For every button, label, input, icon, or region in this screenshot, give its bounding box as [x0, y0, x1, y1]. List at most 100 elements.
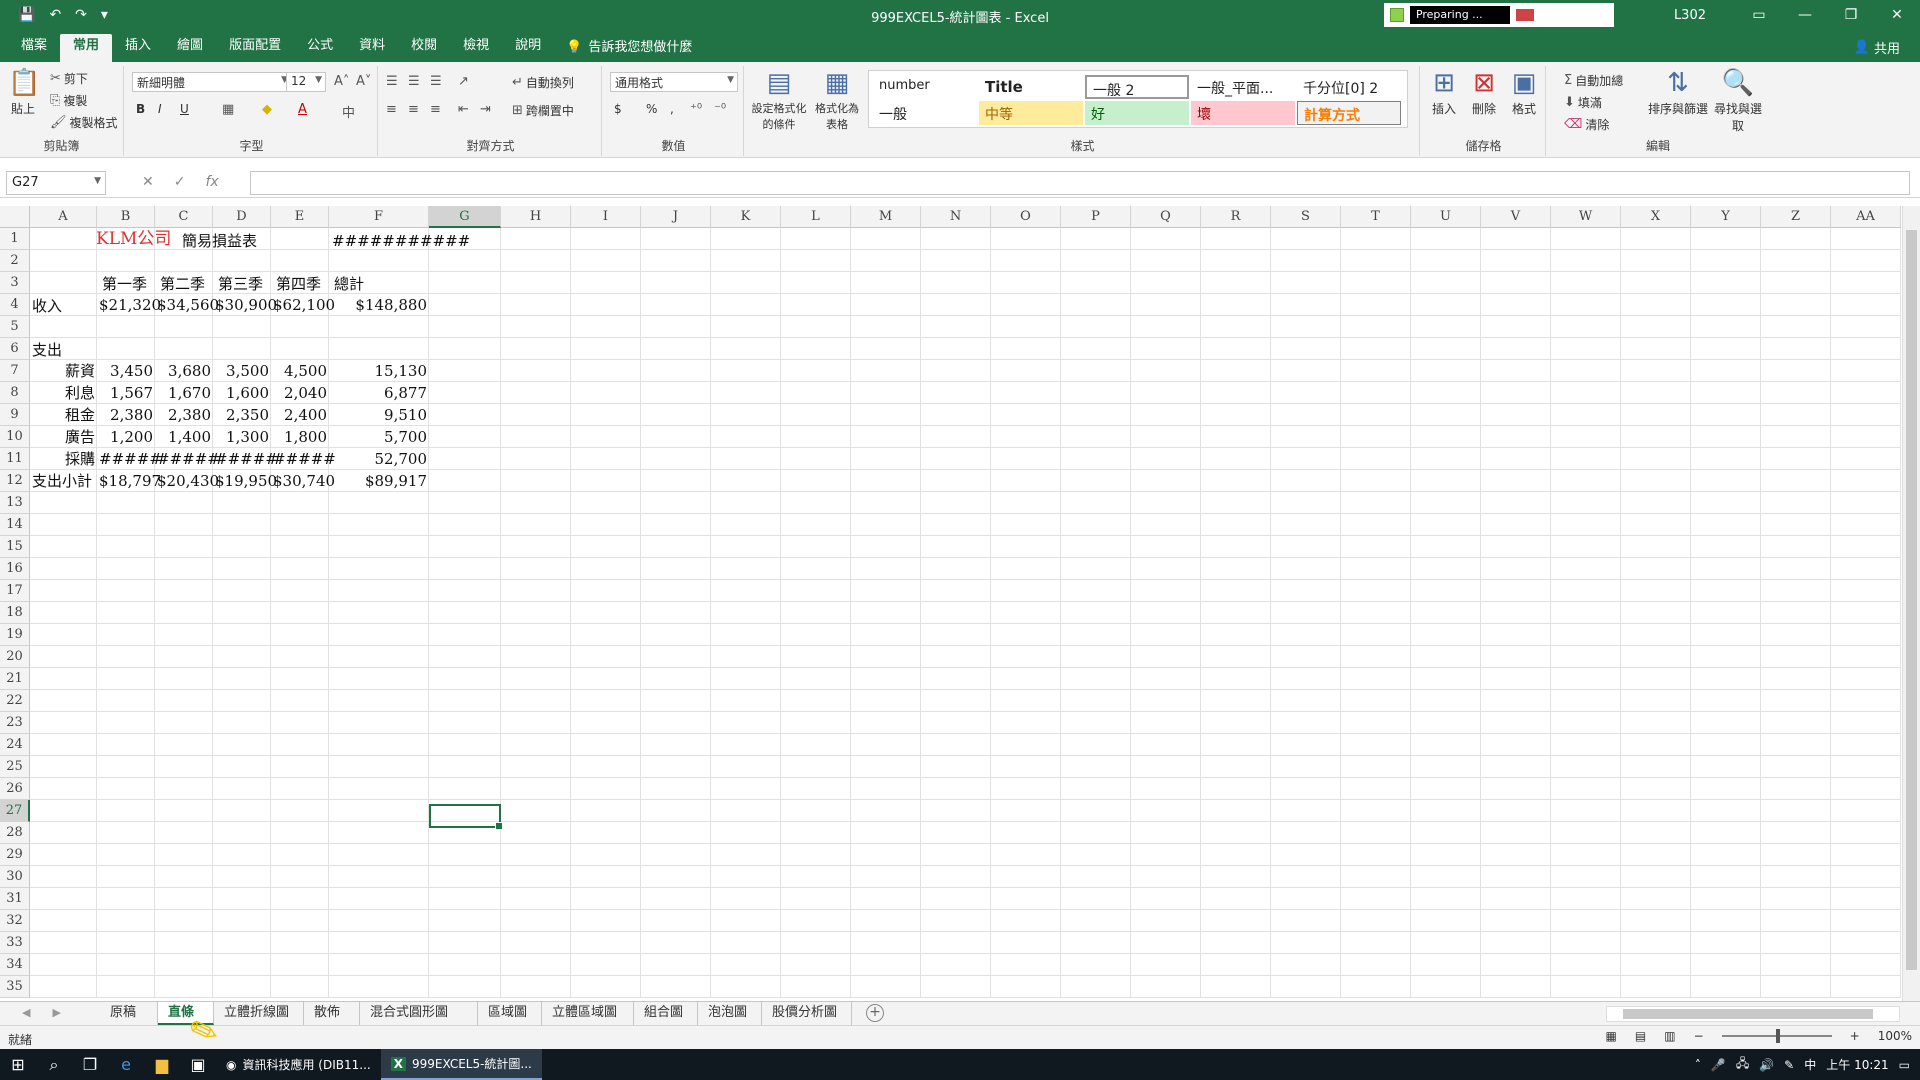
row-header-30[interactable]: 30	[0, 866, 30, 888]
zoom-slider[interactable]	[1721, 1029, 1832, 1043]
row-header-11[interactable]: 11	[0, 448, 30, 470]
expense-label-cell[interactable]: 廣告	[30, 426, 97, 448]
subtotal-cell-e[interactable]: $30,740	[271, 470, 335, 492]
expense-cell-f[interactable]: 5,700	[329, 426, 429, 448]
row-header-8[interactable]: 8	[0, 382, 30, 404]
tab-page-layout[interactable]: 版面配置	[216, 34, 294, 62]
number-format-combo[interactable]: 通用格式 ▼	[610, 72, 738, 92]
row-header-25[interactable]: 25	[0, 756, 30, 778]
subtotal-cell-f[interactable]: $89,917	[329, 470, 429, 492]
share-button[interactable]: 👤 共用	[1854, 38, 1900, 57]
expense-cell-d[interactable]: 2,350	[213, 404, 271, 426]
sheet-tab-9[interactable]: 泡泡圖	[698, 1002, 762, 1025]
expense-cell-f[interactable]: 6,877	[329, 382, 429, 404]
sheet-tab-8[interactable]: 組合圖	[634, 1002, 698, 1025]
zoom-level[interactable]: 100%	[1878, 1029, 1912, 1043]
row-header-5[interactable]: 5	[0, 316, 30, 338]
ime-indicator[interactable]: 中	[1804, 1056, 1816, 1073]
column-header-j[interactable]: J	[641, 206, 711, 228]
fill-color-button[interactable]: ◆	[262, 102, 272, 117]
expense-cell-b[interactable]: 1,567	[97, 382, 155, 404]
clear-button[interactable]: ⌫ 清除	[1564, 116, 1609, 133]
find-select-button[interactable]: 🔍 尋找與選取	[1712, 68, 1764, 134]
row-header-6[interactable]: 6	[0, 338, 30, 360]
row-header-23[interactable]: 23	[0, 712, 30, 734]
tab-view[interactable]: 檢視	[450, 34, 502, 62]
tab-help[interactable]: 說明	[502, 34, 554, 62]
conditional-format-button[interactable]: ▤ 設定格式化的條件	[750, 68, 808, 132]
row-header-34[interactable]: 34	[0, 954, 30, 976]
style-comma-0-2[interactable]: 千分位[0] 2	[1297, 75, 1401, 99]
tab-review[interactable]: 校閱	[398, 34, 450, 62]
wrap-text-button[interactable]: ↵ 自動換列	[512, 74, 574, 91]
expense-cell-e[interactable]: #####	[271, 448, 336, 470]
expense-cell-c[interactable]: 1,670	[155, 382, 213, 404]
column-header-p[interactable]: P	[1061, 206, 1131, 228]
expense-cell-c[interactable]: 3,680	[155, 360, 213, 382]
phonetic-button[interactable]: 中	[342, 102, 355, 121]
format-as-table-button[interactable]: ▦ 格式化為表格	[812, 68, 862, 132]
column-header-x[interactable]: X	[1621, 206, 1691, 228]
sheet-tab-1[interactable]: 原稿	[100, 1002, 158, 1025]
row-header-35[interactable]: 35	[0, 976, 30, 998]
network-icon[interactable]: 🖧	[1736, 1054, 1749, 1075]
page-layout-view-icon[interactable]: ▤	[1635, 1029, 1646, 1043]
column-header-i[interactable]: I	[571, 206, 641, 228]
pen-icon[interactable]: ✎	[1784, 1058, 1794, 1072]
column-header-m[interactable]: M	[851, 206, 921, 228]
header-q1[interactable]: 第一季	[100, 273, 149, 295]
row-header-13[interactable]: 13	[0, 492, 30, 514]
delete-cells-button[interactable]: ⊠ 刪除	[1466, 68, 1502, 117]
tab-formulas[interactable]: 公式	[294, 34, 346, 62]
align-left-button[interactable]: ≡	[386, 102, 397, 117]
worksheet-grid[interactable]: A B C D E F G H I J K L M N O P Q R S T U V W X Y Z AA 1 2 3 4 5 6 7 8 9 10…	[0, 206, 1920, 1001]
row-header-29[interactable]: 29	[0, 844, 30, 866]
task-view-icon[interactable]: ❐	[72, 1055, 108, 1074]
name-box[interactable]: G27 ▼	[6, 171, 106, 195]
increase-indent-button[interactable]: ⇥	[480, 102, 491, 117]
row-header-27[interactable]: 27	[0, 800, 30, 822]
column-header-v[interactable]: V	[1481, 206, 1551, 228]
style-title[interactable]: Title	[979, 75, 1083, 99]
insert-cells-button[interactable]: ⊞ 插入	[1426, 68, 1462, 117]
save-icon[interactable]: 💾	[18, 7, 35, 23]
row-header-31[interactable]: 31	[0, 888, 30, 910]
style-normal[interactable]: 一般	[873, 101, 977, 125]
expense-cell-b[interactable]: 2,380	[97, 404, 155, 426]
vertical-scrollbar[interactable]	[1902, 206, 1920, 1001]
close-icon[interactable]: ✕	[1874, 7, 1920, 23]
row-header-19[interactable]: 19	[0, 624, 30, 646]
revenue-cell-d[interactable]: $30,900	[213, 294, 277, 316]
column-header-t[interactable]: T	[1341, 206, 1411, 228]
format-cells-button[interactable]: ▣ 格式	[1506, 68, 1542, 117]
middle-align-button[interactable]: ☰	[408, 74, 420, 89]
column-header-c[interactable]: C	[155, 206, 213, 228]
column-header-aa[interactable]: AA	[1831, 206, 1901, 228]
revenue-cell-c[interactable]: $34,560	[155, 294, 219, 316]
column-header-l[interactable]: L	[781, 206, 851, 228]
tell-me-box[interactable]: 💡 告訴我您想做什麼	[554, 34, 704, 62]
expense-cell-b[interactable]: 1,200	[97, 426, 155, 448]
style-calculation[interactable]: 計算方式	[1297, 101, 1401, 125]
expense-cell-e[interactable]: 2,400	[271, 404, 329, 426]
column-header-r[interactable]: R	[1201, 206, 1271, 228]
column-header-a[interactable]: A	[30, 206, 97, 228]
style-bad[interactable]: 壞	[1191, 101, 1295, 125]
top-align-button[interactable]: ☰	[386, 74, 398, 89]
zoom-out-icon[interactable]: −	[1694, 1029, 1704, 1043]
increase-decimal-button[interactable]: ⁺⁰	[690, 102, 702, 117]
copy-button[interactable]: ⎘ 複製	[50, 92, 87, 109]
row-header-24[interactable]: 24	[0, 734, 30, 756]
horizontal-scroll-thumb[interactable]	[1623, 1009, 1873, 1019]
microphone-icon[interactable]: 🎤	[1711, 1058, 1726, 1072]
cancel-icon[interactable]: ✕	[142, 174, 154, 190]
expense-label-cell[interactable]: 租金	[30, 404, 97, 426]
paste-button[interactable]: 📋 貼上	[8, 68, 40, 117]
font-size-combo[interactable]: 12 ▼	[286, 72, 326, 92]
formula-input[interactable]	[250, 171, 1910, 195]
subtotal-cell-b[interactable]: $18,797	[97, 470, 161, 492]
column-header-y[interactable]: Y	[1691, 206, 1761, 228]
notification-icon[interactable]: ▭	[1899, 1058, 1910, 1072]
percent-button[interactable]: %	[646, 102, 657, 116]
sheet-tab-6[interactable]: 區域圖	[478, 1002, 542, 1025]
